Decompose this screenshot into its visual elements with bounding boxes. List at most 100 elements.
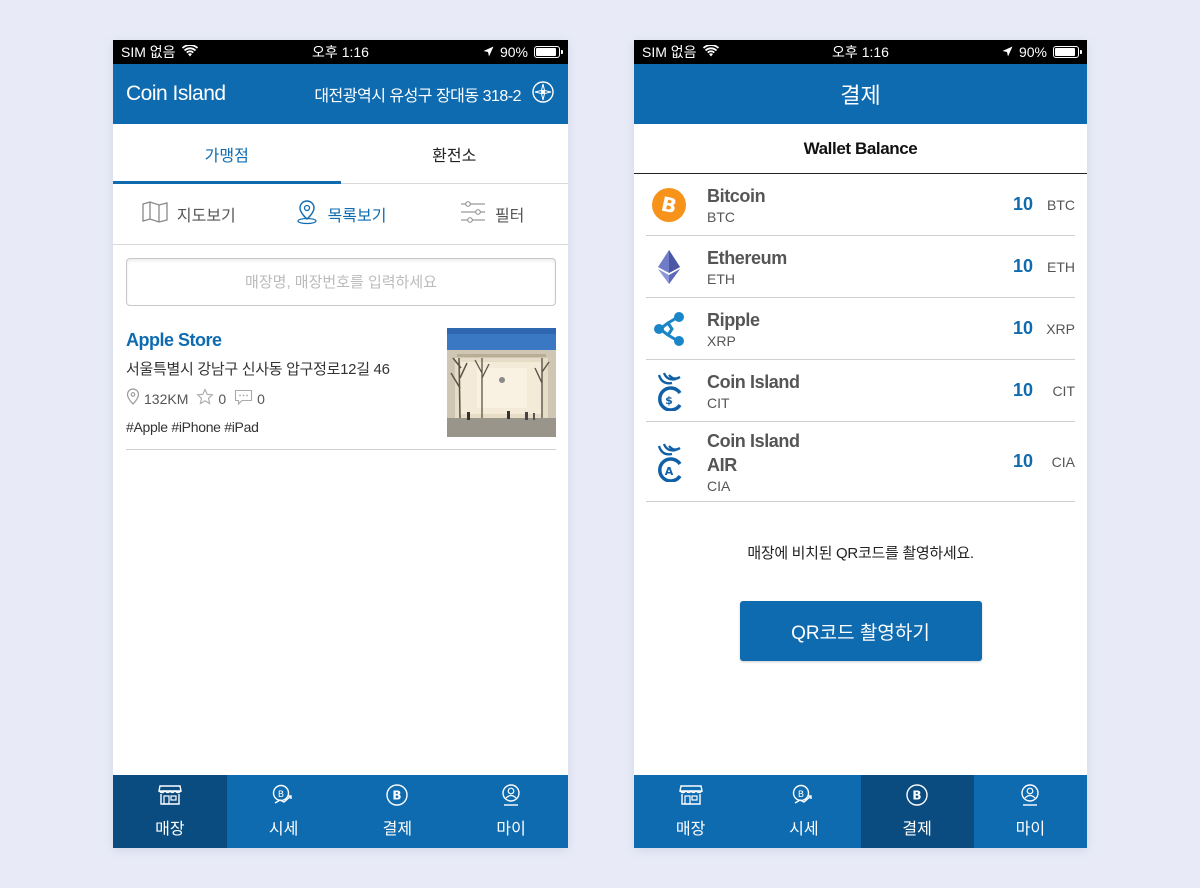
location-address[interactable]: 대전광역시 유성구 장대동 318-2	[314, 80, 555, 109]
app-header: 결제	[634, 64, 1087, 124]
nav-payment-label: 결제	[902, 821, 932, 838]
coin-island-cit-icon: $	[646, 371, 694, 411]
map-view-label: 지도보기	[176, 208, 236, 225]
list-view-label: 목록보기	[327, 208, 387, 225]
battery-level	[536, 48, 556, 56]
coin-amount: 10	[1012, 256, 1033, 276]
coin-row-btc[interactable]: B Bitcoin BTC 10 BTC	[646, 174, 1075, 236]
coin-row-eth[interactable]: Ethereum ETH 10 ETH	[646, 236, 1075, 298]
user-icon	[500, 784, 522, 811]
app-header: Coin Island 대전광역시 유성구 장대동 318-2	[113, 64, 568, 124]
location-arrow-icon	[483, 44, 494, 60]
like-count: 0	[218, 390, 227, 407]
coin-row-cit[interactable]: $ Coin Island CIT 10 CIT	[646, 360, 1075, 422]
coin-ticker: CIA	[707, 477, 731, 494]
gps-target-icon[interactable]	[531, 80, 555, 109]
nav-my-label: 마이	[1015, 821, 1046, 838]
store-search-input[interactable]	[127, 273, 555, 291]
coin-unit: BTC	[1047, 196, 1075, 213]
bottom-nav: 매장 B 시세 B 결제 마이	[113, 775, 568, 848]
store-icon	[678, 784, 703, 811]
comment-icon[interactable]	[234, 389, 253, 409]
coin-name: Coin Island	[707, 371, 800, 392]
scan-qr-button[interactable]: QR코드 촬영하기	[739, 601, 982, 661]
search-box	[126, 258, 556, 306]
wifi-icon	[702, 44, 719, 60]
store-screen: SIM 없음 오후 1:16 90% Coin Island 대전광역시 유성구…	[113, 40, 568, 848]
coin-island-air-icon: A	[646, 442, 694, 482]
filter-label: 필터	[494, 208, 525, 225]
battery-icon	[534, 46, 563, 58]
nav-my[interactable]: 마이	[974, 775, 1087, 848]
svg-text:B: B	[913, 789, 922, 803]
nav-store[interactable]: 매장	[634, 775, 747, 848]
address-text: 대전광역시 유성구 장대동 318-2	[314, 88, 521, 105]
store-icon	[158, 784, 182, 811]
coin-amount: 10	[1012, 380, 1033, 400]
nav-payment[interactable]: B 결제	[341, 775, 455, 848]
status-bar: SIM 없음 오후 1:16 90%	[113, 40, 568, 64]
nav-price[interactable]: B 시세	[227, 775, 341, 848]
nav-my[interactable]: 마이	[454, 775, 568, 848]
coin-ticker: BTC	[707, 208, 735, 225]
coin-row-cia[interactable]: A Coin Island AIR CIA 10 CIA	[646, 422, 1075, 502]
store-photo[interactable]	[447, 328, 556, 437]
coin-amount: 10	[1012, 318, 1033, 338]
nav-payment[interactable]: B 결제	[860, 775, 974, 848]
coin-list: B Bitcoin BTC 10 BTC Ethereum ETH 10 ETH R…	[646, 174, 1075, 502]
nav-store-label: 매장	[675, 821, 706, 838]
carrier-label: SIM 없음	[121, 44, 176, 60]
user-icon	[1019, 784, 1041, 811]
store-tabs: 가맹점 환전소	[113, 124, 568, 184]
battery-percent: 90%	[1018, 44, 1047, 60]
coin-unit: CIT	[1052, 382, 1075, 399]
coin-name: Bitcoin	[707, 185, 766, 206]
distance-pin-icon	[126, 388, 140, 409]
coin-ticker: XRP	[707, 332, 736, 349]
coin-ticker: CIT	[707, 394, 730, 411]
nav-my-label: 마이	[496, 821, 526, 838]
battery-percent: 90%	[499, 44, 528, 60]
list-view-button[interactable]: 목록보기	[265, 184, 417, 244]
map-icon	[142, 200, 168, 228]
carrier-label: SIM 없음	[642, 44, 697, 60]
nav-price[interactable]: B 시세	[747, 775, 860, 848]
tab-merchants[interactable]: 가맹점	[113, 124, 341, 184]
battery-level	[1055, 48, 1075, 56]
price-trend-icon: B	[791, 784, 817, 811]
ripple-icon	[646, 311, 694, 347]
status-bar: SIM 없음 오후 1:16 90%	[634, 40, 1087, 64]
location-pin-icon	[295, 199, 319, 230]
svg-text:B: B	[393, 789, 402, 803]
nav-store[interactable]: 매장	[113, 775, 227, 848]
coin-amount: 10	[1012, 451, 1033, 471]
coin-name: Ethereum	[707, 247, 787, 268]
comment-count: 0	[257, 390, 265, 407]
tab-exchange[interactable]: 환전소	[341, 124, 569, 183]
app-title: Coin Island	[126, 82, 226, 105]
coin-row-xrp[interactable]: Ripple XRP 10 XRP	[646, 298, 1075, 360]
bitcoin-icon: B	[646, 187, 694, 222]
bitcoin-payment-icon: B	[385, 784, 409, 811]
clock: 오후 1:16	[312, 44, 369, 60]
filter-button[interactable]: 필터	[416, 184, 568, 244]
filter-sliders-icon	[460, 200, 486, 229]
price-trend-icon: B	[271, 784, 297, 811]
coin-name: Coin Island AIR	[707, 430, 800, 475]
svg-text:A: A	[665, 465, 674, 478]
nav-price-label: 시세	[789, 821, 819, 838]
store-address: 서울특별시 강남구 신사동 압구정로12길 46	[126, 361, 390, 378]
store-list-item[interactable]: Apple Store 서울특별시 강남구 신사동 압구정로12길 46 132…	[126, 306, 556, 450]
store-name[interactable]: Apple Store	[126, 330, 447, 351]
star-icon[interactable]	[196, 388, 215, 409]
wallet-balance-title: Wallet Balance	[634, 124, 1087, 174]
nav-payment-label: 결제	[382, 821, 413, 838]
coin-name: Ripple	[707, 309, 760, 330]
qr-instruction: 매장에 비치된 QR코드를 촬영하세요.	[747, 545, 974, 562]
map-view-button[interactable]: 지도보기	[113, 184, 265, 244]
svg-text:B: B	[798, 790, 804, 800]
store-tags: #Apple #iPhone #iPad	[126, 419, 259, 435]
coin-ticker: ETH	[707, 270, 735, 287]
coin-unit: CIA	[1051, 453, 1075, 470]
clock: 오후 1:16	[832, 44, 889, 60]
